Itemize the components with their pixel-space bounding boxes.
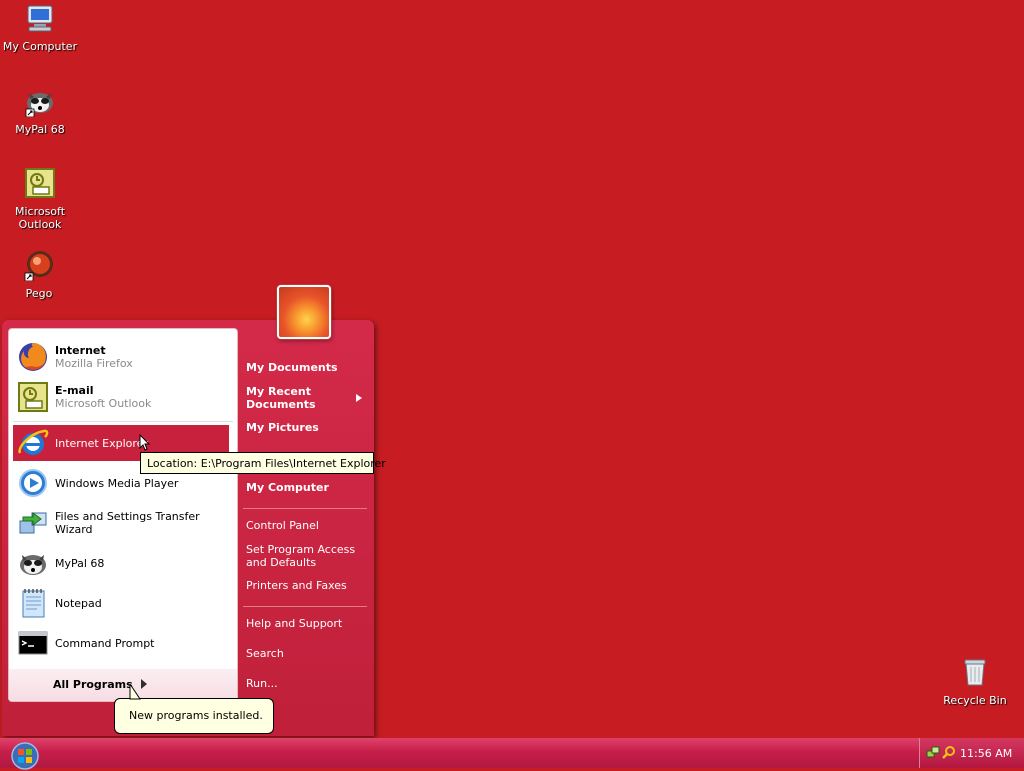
recent-program-label: Notepad <box>55 596 102 610</box>
right-item-my-documents[interactable]: My Documents <box>246 361 358 374</box>
search-icon[interactable] <box>942 745 956 759</box>
mouse-cursor-icon <box>139 434 151 451</box>
all-programs-button[interactable]: All Programs <box>9 669 237 701</box>
mypal-icon <box>25 93 53 118</box>
pinned-title: Internet <box>55 344 106 357</box>
recent-transfer-wizard[interactable]: Files and Settings Transfer Wizard <box>13 505 229 541</box>
right-item-label: My Documents <box>246 361 338 374</box>
right-item-control-panel[interactable]: Control Panel <box>246 519 358 532</box>
arrow-right-icon <box>356 394 362 402</box>
desktop-icon-label: MyPal 68 <box>15 123 65 136</box>
desktop-icon-mypal[interactable]: MyPal 68 <box>2 85 78 136</box>
pinned-subtitle: Mozilla Firefox <box>55 357 133 370</box>
start-menu: Internet Mozilla Firefox E-mail Microsof… <box>2 320 374 736</box>
right-item-printers-faxes[interactable]: Printers and Faxes <box>246 579 358 592</box>
right-item-label: Printers and Faxes <box>246 579 347 592</box>
system-tray: 11:56 AM <box>919 738 1024 768</box>
recent-program-label: Files and Settings Transfer Wizard <box>55 510 200 536</box>
start-menu-programs-pane: Internet Mozilla Firefox E-mail Microsof… <box>8 328 238 702</box>
right-item-search[interactable]: Search <box>246 647 358 660</box>
recent-command-prompt[interactable]: Command Prompt <box>13 625 229 661</box>
right-item-run[interactable]: Run... <box>246 677 358 690</box>
right-item-label: My Pictures <box>246 421 319 434</box>
pinned-internet[interactable]: Internet Mozilla Firefox <box>13 339 229 375</box>
taskbar-clock[interactable]: 11:56 AM <box>960 747 1012 760</box>
right-item-label: Control Panel <box>246 519 319 532</box>
desktop-icon-label: Recycle Bin <box>943 694 1007 707</box>
menu-separator <box>13 421 233 422</box>
outlook-icon <box>18 382 48 412</box>
notepad-icon <box>22 589 45 618</box>
recent-program-label: Windows Media Player <box>55 476 179 490</box>
desktop-icon-label: Pego <box>25 287 53 300</box>
menu-separator <box>243 508 367 509</box>
right-item-label: Set Program Access and Defaults <box>246 543 356 569</box>
pinned-title: E-mail <box>55 384 94 397</box>
taskbar <box>0 738 1024 768</box>
media-player-icon <box>19 469 47 497</box>
desktop-icon-outlook[interactable]: Microsoft Outlook <box>2 167 78 231</box>
mypal-icon <box>20 555 46 575</box>
recent-notepad[interactable]: Notepad <box>13 585 229 621</box>
recent-program-label: Command Prompt <box>55 636 155 650</box>
outlook-icon <box>25 168 55 198</box>
location-tooltip: Location: E:\Program Files\Internet Expl… <box>140 452 386 474</box>
firefox-icon <box>19 343 47 371</box>
right-item-label: Search <box>246 647 284 660</box>
right-item-label: My Computer <box>246 481 329 494</box>
pinned-email[interactable]: E-mail Microsoft Outlook <box>13 379 229 415</box>
right-item-label: Run... <box>246 677 278 690</box>
recent-mypal[interactable]: MyPal 68 <box>13 545 229 581</box>
desktop-icon-recycle-bin[interactable]: Recycle Bin <box>937 656 1013 707</box>
all-programs-label: All Programs <box>53 678 133 691</box>
desktop-icon-label: My Computer <box>2 40 78 53</box>
my-computer-icon <box>27 5 53 32</box>
desktop-icon-label: Microsoft Outlook <box>14 205 66 231</box>
right-item-help-support[interactable]: Help and Support <box>246 617 358 630</box>
command-prompt-icon <box>18 631 48 655</box>
recent-program-label: Internet Explorer <box>55 436 148 450</box>
pego-icon <box>24 251 53 282</box>
transfer-wizard-icon <box>19 512 47 534</box>
user-picture[interactable] <box>277 285 331 339</box>
network-icon[interactable] <box>926 745 940 759</box>
right-item-my-recent-documents[interactable]: My Recent Documents <box>246 385 338 411</box>
balloon-pointer <box>129 684 141 700</box>
right-item-label: My Recent Documents <box>246 385 316 411</box>
right-item-set-program-access[interactable]: Set Program Access and Defaults <box>246 543 358 569</box>
new-programs-balloon: New programs installed. <box>114 698 274 734</box>
desktop-icon-my-computer[interactable]: My Computer <box>2 2 78 53</box>
menu-separator <box>243 606 367 607</box>
recent-program-label: MyPal 68 <box>55 556 105 570</box>
right-item-my-pictures[interactable]: My Pictures <box>246 421 358 434</box>
right-item-my-computer[interactable]: My Computer <box>246 481 358 494</box>
pinned-subtitle: Microsoft Outlook <box>55 397 152 410</box>
right-item-label: Help and Support <box>246 617 343 630</box>
internet-explorer-icon <box>18 429 49 455</box>
desktop-icon-pego[interactable]: Pego <box>1 249 77 300</box>
start-button[interactable] <box>10 741 40 771</box>
recycle-bin-icon <box>964 659 986 686</box>
